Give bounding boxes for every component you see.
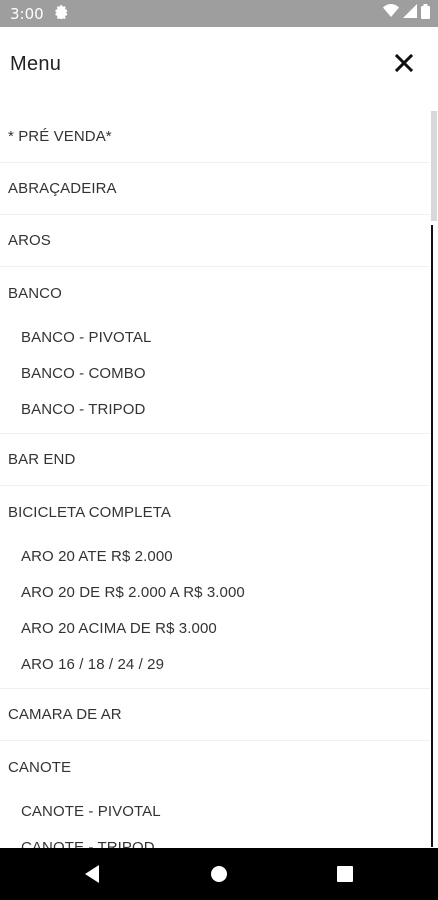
menu-list: * PRÉ VENDA* ABRAÇADEIRA AROS BANCO BANC…	[0, 111, 430, 848]
menu-item-label: BICICLETA COMPLETA	[8, 503, 171, 521]
submenu-item[interactable]: BANCO - TRIPOD	[0, 391, 430, 427]
menu-item-bar-end[interactable]: BAR END	[0, 434, 430, 486]
settings-gear-icon	[54, 4, 68, 23]
menu-item-label: BANCO	[8, 284, 62, 302]
menu-item-canote[interactable]: CANOTE	[0, 741, 430, 793]
submenu-item-label: BANCO - PIVOTAL	[21, 328, 152, 346]
wifi-icon	[383, 4, 399, 23]
home-circle-icon	[211, 866, 227, 882]
submenu-item-label: CANOTE - TRIPOD	[21, 838, 155, 849]
submenu-item[interactable]: CANOTE - PIVOTAL	[0, 793, 430, 829]
back-triangle-icon	[85, 865, 99, 883]
menu-item-banco[interactable]: BANCO	[0, 267, 430, 319]
submenu-canote: CANOTE - PIVOTAL CANOTE - TRIPOD	[0, 793, 430, 849]
submenu-item[interactable]: CANOTE - TRIPOD	[0, 829, 430, 849]
home-button[interactable]	[205, 860, 233, 888]
menu-item-label: CAMARA DE AR	[8, 706, 122, 723]
submenu-item-label: ARO 16 / 18 / 24 / 29	[21, 655, 165, 673]
submenu-item-label: CANOTE - PIVOTAL	[21, 802, 161, 820]
submenu-item[interactable]: BANCO - COMBO	[0, 355, 430, 391]
submenu-bicicleta-completa: ARO 20 ATE R$ 2.000 ARO 20 DE R$ 2.000 A…	[0, 538, 430, 688]
close-button[interactable]	[392, 51, 416, 75]
submenu-item[interactable]: ARO 16 / 18 / 24 / 29	[0, 646, 430, 682]
menu-item-label: AROS	[8, 232, 51, 249]
close-icon	[394, 53, 414, 73]
submenu-item-label: BANCO - COMBO	[21, 364, 146, 382]
submenu-banco: BANCO - PIVOTAL BANCO - COMBO BANCO - TR…	[0, 319, 430, 433]
submenu-item[interactable]: ARO 20 DE R$ 2.000 A R$ 3.000	[0, 574, 430, 610]
menu-group-canote: CANOTE CANOTE - PIVOTAL CANOTE - TRIPOD	[0, 741, 430, 849]
menu-item-camara-de-ar[interactable]: CAMARA DE AR	[0, 689, 430, 741]
status-bar: 3:00	[0, 0, 438, 27]
battery-icon	[421, 3, 430, 24]
menu-item-pre-venda[interactable]: * PRÉ VENDA*	[0, 111, 430, 163]
menu-group-banco: BANCO BANCO - PIVOTAL BANCO - COMBO BANC…	[0, 267, 430, 434]
menu-item-label: CANOTE	[8, 758, 72, 776]
signal-icon	[403, 4, 417, 23]
submenu-item-label: ARO 20 ATE R$ 2.000	[21, 547, 173, 565]
menu-item-label: ABRAÇADEIRA	[8, 180, 117, 197]
menu-item-label: BAR END	[8, 451, 76, 468]
menu-item-bicicleta-completa[interactable]: BICICLETA COMPLETA	[0, 486, 430, 538]
menu-item-label: * PRÉ VENDA*	[8, 128, 112, 145]
recents-button[interactable]	[331, 860, 359, 888]
submenu-item[interactable]: ARO 20 ACIMA DE R$ 3.000	[0, 610, 430, 646]
scrollbar-thumb[interactable]	[431, 111, 437, 221]
status-icons	[383, 0, 430, 27]
submenu-item-label: BANCO - TRIPOD	[21, 400, 146, 418]
submenu-item[interactable]: BANCO - PIVOTAL	[0, 319, 430, 355]
system-nav-bar	[0, 848, 438, 900]
menu-item-aros[interactable]: AROS	[0, 215, 430, 267]
back-button[interactable]	[79, 860, 107, 888]
submenu-item-label: ARO 20 DE R$ 2.000 A R$ 3.000	[21, 583, 245, 601]
status-time: 3:00	[10, 4, 44, 23]
menu-group-bicicleta-completa: BICICLETA COMPLETA ARO 20 ATE R$ 2.000 A…	[0, 486, 430, 689]
submenu-item-label: ARO 20 ACIMA DE R$ 3.000	[21, 619, 217, 637]
recents-square-icon	[337, 866, 353, 882]
menu-header: Menu	[0, 27, 438, 107]
menu-item-abracadeira[interactable]: ABRAÇADEIRA	[0, 163, 430, 215]
submenu-item[interactable]: ARO 20 ATE R$ 2.000	[0, 538, 430, 574]
scrollbar-track[interactable]	[431, 225, 433, 847]
page-title: Menu	[10, 53, 62, 75]
